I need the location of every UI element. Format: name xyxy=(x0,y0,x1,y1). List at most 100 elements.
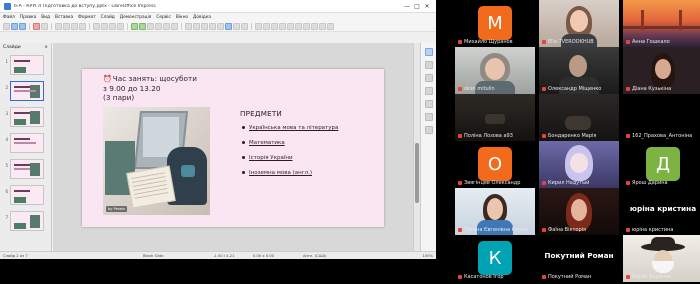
clone-format-icon[interactable] xyxy=(79,23,86,30)
thumbnail[interactable] xyxy=(10,55,44,75)
align-icon[interactable] xyxy=(263,23,270,30)
vertical-scrollbar[interactable] xyxy=(413,43,420,251)
toggle-extrusion-icon[interactable] xyxy=(311,23,318,30)
participant-tile[interactable]: 162_Прахова_Антоніна xyxy=(623,94,700,141)
slides-pane-title: Слайди × xyxy=(0,43,51,52)
spelling-icon[interactable] xyxy=(117,23,124,30)
participant-tile[interactable]: Фаїна Вікторія xyxy=(539,188,619,235)
special-character-icon[interactable] xyxy=(163,23,170,30)
language-status[interactable]: Англ. (США) xyxy=(303,254,383,258)
new-icon[interactable] xyxy=(3,23,10,30)
thumbnail[interactable] xyxy=(10,185,44,205)
paste-icon[interactable] xyxy=(71,23,78,30)
slide-thumbnail-3[interactable]: 3 xyxy=(2,107,44,127)
participant-tile[interactable]: Покутний Роман Покутний Роман xyxy=(539,235,619,282)
participant-tile[interactable]: Тетяна Євгенівна Курмо... xyxy=(455,188,535,235)
table-icon[interactable] xyxy=(131,23,138,30)
arrange-icon[interactable] xyxy=(271,23,278,30)
shapes-icon[interactable] xyxy=(193,23,200,30)
shadow-icon[interactable] xyxy=(287,23,294,30)
slide-thumbnail-5[interactable]: 5 xyxy=(2,159,44,179)
filter-icon[interactable] xyxy=(303,23,310,30)
participant-tile[interactable]: Борис Баранов xyxy=(623,235,700,282)
slide-thumbnail-7[interactable]: 7 xyxy=(2,211,44,231)
participant-tile[interactable]: Поліна Лозова a93 xyxy=(455,94,535,141)
thumbnail[interactable] xyxy=(10,107,44,127)
participant-tile[interactable]: Діана Кузькіна xyxy=(623,47,700,94)
participant-tile[interactable]: юріна кристина юріна кристина xyxy=(623,188,700,235)
thumbnail[interactable] xyxy=(10,159,44,179)
menu-help[interactable]: Довідка xyxy=(193,15,211,20)
menu-window[interactable]: Вікно xyxy=(176,15,188,20)
save-icon[interactable] xyxy=(19,23,26,30)
points-icon[interactable] xyxy=(319,23,326,30)
close-button[interactable]: ✕ xyxy=(422,3,432,10)
zoom-level[interactable]: 105% xyxy=(422,254,433,258)
participant-tile[interactable]: Д Ярош Дарина xyxy=(623,141,700,188)
glue-points-icon[interactable] xyxy=(327,23,334,30)
menu-edit[interactable]: Правка xyxy=(20,15,36,20)
slide-thumbnail-1[interactable]: 1 xyxy=(2,55,44,75)
menu-slide[interactable]: Слайд xyxy=(101,15,115,20)
print-icon[interactable] xyxy=(41,23,48,30)
properties-icon[interactable] xyxy=(424,48,433,56)
menu-insert[interactable]: Вставка xyxy=(55,15,73,20)
textbox-icon[interactable] xyxy=(155,23,162,30)
connector-icon[interactable] xyxy=(217,23,224,30)
cut-icon[interactable] xyxy=(55,23,62,30)
participant-tile[interactable]: М Михайло Щуранов xyxy=(455,0,535,47)
scrollbar-thumb[interactable] xyxy=(415,143,419,203)
chart-icon[interactable] xyxy=(147,23,154,30)
transform-icon[interactable] xyxy=(255,23,262,30)
thumbnail-selected[interactable] xyxy=(10,81,44,101)
slide-thumbnail-2[interactable]: 2 xyxy=(2,81,44,101)
clock-icon: ⏰ xyxy=(103,75,112,83)
close-pane-icon[interactable]: × xyxy=(44,45,48,50)
undo-icon[interactable] xyxy=(93,23,100,30)
participant-tile[interactable]: oksn mitulin xyxy=(455,47,535,94)
menu-tools[interactable]: Сервіс xyxy=(156,15,170,20)
participant-tile[interactable]: Кирил Надутый xyxy=(539,141,619,188)
slideshow-icon[interactable] xyxy=(225,23,232,30)
participant-tile[interactable]: Олександр Міщенко xyxy=(539,47,619,94)
participant-tile[interactable]: К Касатонов Ігор xyxy=(455,235,535,282)
maximize-button[interactable]: □ xyxy=(412,3,422,10)
minimize-button[interactable]: — xyxy=(402,3,412,10)
thumbnail[interactable] xyxy=(10,211,44,231)
distribute-icon[interactable] xyxy=(279,23,286,30)
navigator-icon[interactable] xyxy=(424,126,433,134)
menu-view[interactable]: Вид xyxy=(41,15,50,20)
display-grid-icon[interactable] xyxy=(233,23,240,30)
slide-thumbnail-4[interactable]: 4 xyxy=(2,133,44,153)
find-icon[interactable] xyxy=(109,23,116,30)
image-icon[interactable] xyxy=(139,23,146,30)
fontwork-icon[interactable] xyxy=(171,23,178,30)
participant-tile[interactable]: О Звягінцев Олександр xyxy=(455,141,535,188)
line-icon[interactable] xyxy=(185,23,192,30)
participant-tile[interactable]: Бондаренко Марія xyxy=(539,94,619,141)
animation-icon[interactable] xyxy=(424,74,433,82)
slide-transition-icon[interactable] xyxy=(424,61,433,69)
participant-tile[interactable]: Анна Гошкало xyxy=(623,0,700,47)
gallery-icon[interactable] xyxy=(424,113,433,121)
helplines-icon[interactable] xyxy=(241,23,248,30)
slide-thumbnail-6[interactable]: 6 xyxy=(2,185,44,205)
toolbar-separator xyxy=(127,23,128,30)
copy-icon[interactable] xyxy=(63,23,70,30)
crop-icon[interactable] xyxy=(295,23,302,30)
slide-number: 1 xyxy=(5,59,8,64)
menu-slideshow[interactable]: Демонстрація xyxy=(120,15,152,20)
redo-icon[interactable] xyxy=(101,23,108,30)
participant-tile[interactable]: Ella TVEROOKHUB xyxy=(539,0,619,47)
menu-format[interactable]: Формат xyxy=(78,15,95,20)
open-icon[interactable] xyxy=(11,23,18,30)
arrow-icon[interactable] xyxy=(201,23,208,30)
participant-name: Тетяна Євгенівна Курмо... xyxy=(464,227,533,233)
menu-file[interactable]: Файл xyxy=(3,15,15,20)
thumbnail[interactable] xyxy=(10,133,44,153)
master-slides-icon[interactable] xyxy=(424,87,433,95)
curve-icon[interactable] xyxy=(209,23,216,30)
current-slide[interactable]: ⏰Час занять: щосуботи з 9.00 до 13.20 (3… xyxy=(82,69,384,227)
export-pdf-icon[interactable] xyxy=(33,23,40,30)
styles-icon[interactable] xyxy=(424,100,433,108)
